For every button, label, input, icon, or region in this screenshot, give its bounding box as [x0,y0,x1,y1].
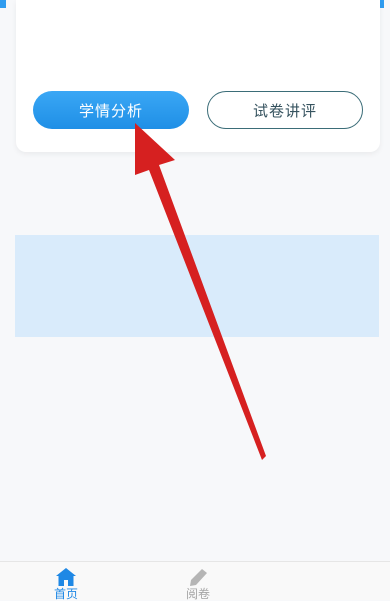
tab-review[interactable]: 阅卷 [168,567,228,601]
banner-placeholder[interactable] [15,235,379,337]
paper-review-button[interactable]: 试卷讲评 [207,91,363,129]
tab-home-label: 首页 [53,587,78,601]
tab-review-label: 阅卷 [185,587,210,601]
top-accent-left [0,0,6,8]
tab-home[interactable]: 首页 [36,567,96,601]
home-icon [56,568,76,586]
action-card: 学情分析 试卷讲评 [16,0,380,152]
learning-analysis-button[interactable]: 学情分析 [33,91,189,129]
bottom-tab-bar: 首页 阅卷 [0,561,390,601]
pencil-icon [190,569,207,586]
